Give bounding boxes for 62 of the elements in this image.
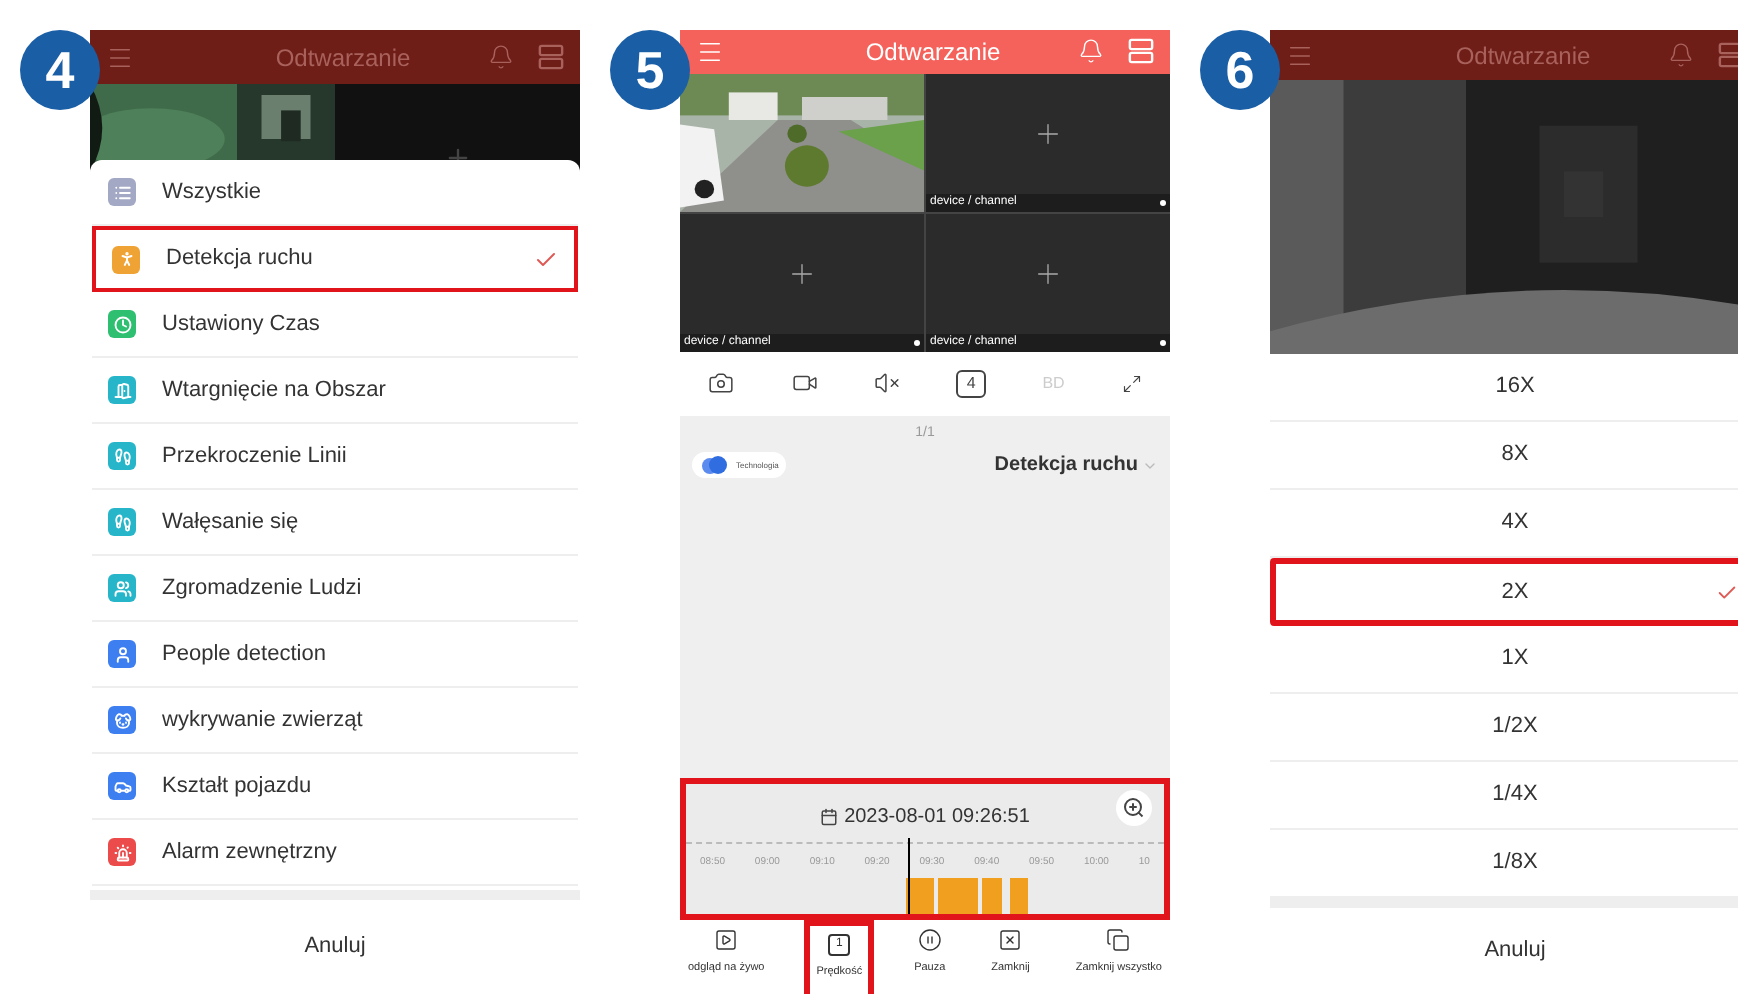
filter-option[interactable]: Wałęsanie się <box>92 490 578 556</box>
fullscreen-icon[interactable] <box>1121 373 1142 394</box>
filter-option[interactable]: Wszystkie <box>92 160 578 226</box>
layout-icon[interactable] <box>538 44 564 70</box>
event-dropdown[interactable]: Detekcja ruchu <box>994 450 1158 481</box>
option-label: Ustawiony Czas <box>162 309 320 340</box>
option-label: Alarm zewnętrzny <box>162 837 337 868</box>
close-icon <box>998 928 1023 952</box>
speed-option[interactable]: 2X <box>1270 558 1738 626</box>
check-icon <box>1716 581 1738 603</box>
filter-option[interactable]: Detekcja ruchu <box>92 226 578 292</box>
mute-icon[interactable] <box>873 370 900 397</box>
filter-option[interactable]: Ustawiony Czas <box>92 292 578 358</box>
bell-icon[interactable] <box>1668 42 1694 68</box>
bell-icon[interactable] <box>1078 38 1104 65</box>
option-label: wykrywanie zwierząt <box>162 705 363 736</box>
menu-icon[interactable] <box>696 37 724 66</box>
menu-icon[interactable] <box>1286 41 1314 69</box>
option-label: Zgromadzenie Ludzi <box>162 573 362 604</box>
filter-option[interactable]: Kształt pojazdu <box>92 754 578 820</box>
option-label: Wtargnięcie na Obszar <box>162 375 386 406</box>
menu-icon[interactable] <box>106 43 134 71</box>
play-icon <box>714 928 739 952</box>
stacked-close-icon <box>1106 928 1131 952</box>
filter-option[interactable]: Wtargnięcie na Obszar <box>92 358 578 424</box>
bell-icon[interactable] <box>488 44 514 70</box>
speed-option[interactable]: 16X <box>1270 354 1738 422</box>
option-label: Kształt pojazdu <box>162 771 312 802</box>
speed-option[interactable]: 1/2X <box>1270 694 1738 762</box>
camera-icon[interactable] <box>708 370 735 397</box>
header-title: Odtwarzanie <box>1455 39 1591 73</box>
layout-icon[interactable] <box>1718 42 1738 68</box>
calendar-icon[interactable] <box>820 808 839 827</box>
pause-icon <box>917 928 942 952</box>
recording-bars-drawing <box>906 878 1030 914</box>
speed-option[interactable]: 1X <box>1270 626 1738 694</box>
cancel-button[interactable]: Anuluj <box>1484 934 1546 968</box>
speed-option[interactable]: 1/4X <box>1270 762 1738 830</box>
filter-option[interactable]: People detection <box>92 622 578 688</box>
option-label: Przekroczenie Linii <box>162 441 347 472</box>
zoom-in-button[interactable] <box>1116 790 1152 827</box>
filter-option[interactable]: Alarm zewnętrzny <box>92 820 578 886</box>
split-button[interactable]: 4 <box>956 369 986 398</box>
speed-option[interactable]: 8X <box>1270 422 1738 490</box>
layout-icon[interactable] <box>1128 38 1154 65</box>
header-title: Odtwarzanie <box>865 35 1001 70</box>
filter-option[interactable]: wykrywanie zwierząt <box>92 688 578 754</box>
step-badge: 4 <box>20 30 100 110</box>
step-badge: 5 <box>610 30 690 110</box>
cloud-icon <box>700 456 728 475</box>
option-label: Wałęsanie się <box>162 507 299 538</box>
timeline-datetime: 2023-08-01 09:26:51 <box>844 804 1030 833</box>
filter-option[interactable]: Przekroczenie Linii <box>92 424 578 490</box>
check-icon <box>534 247 558 271</box>
option-label: Detekcja ruchu <box>166 244 313 275</box>
speed-option[interactable]: 4X <box>1270 490 1738 558</box>
option-label: Wszystkie <box>162 177 261 208</box>
header-title: Odtwarzanie <box>275 41 411 75</box>
cancel-button[interactable]: Anuluj <box>304 930 366 964</box>
filter-option[interactable]: Zgromadzenie Ludzi <box>92 556 578 622</box>
step-badge: 6 <box>1200 30 1280 110</box>
option-label: People detection <box>162 639 326 670</box>
